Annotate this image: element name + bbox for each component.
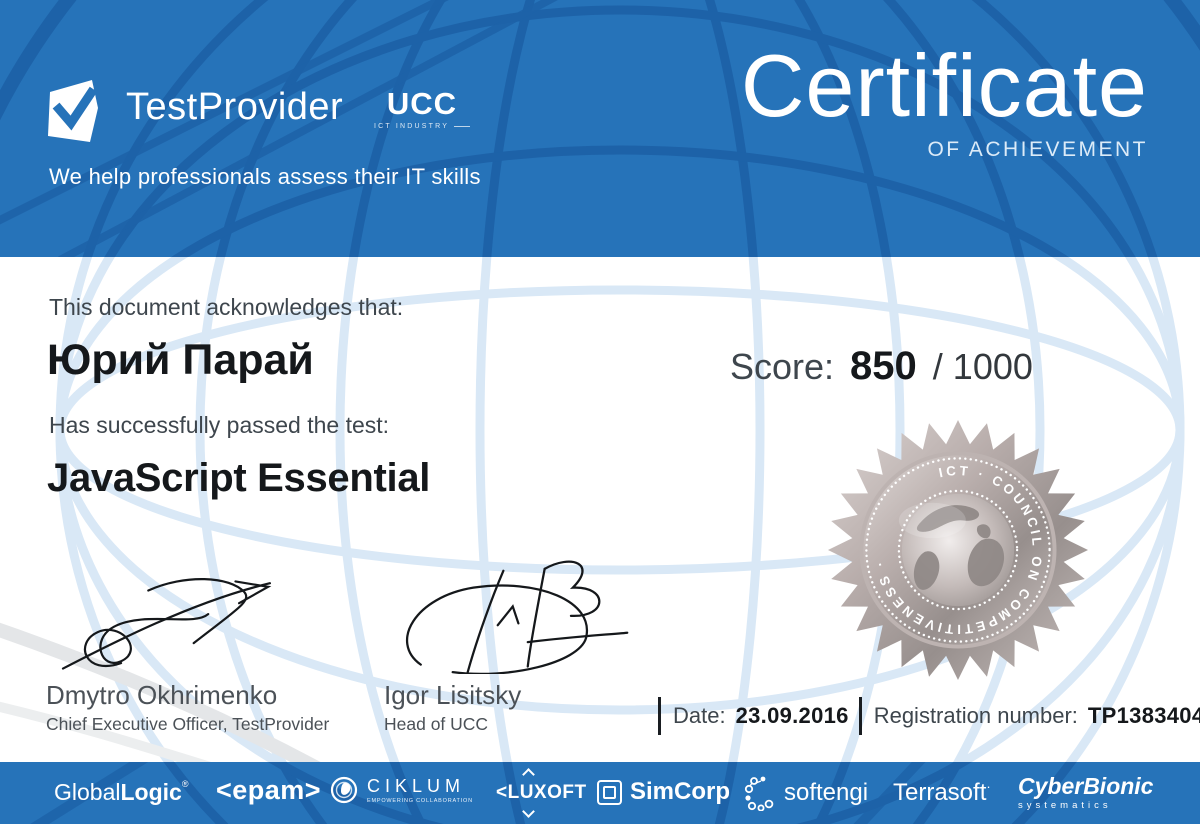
simcorp-squares-icon: [597, 779, 622, 805]
luxoft-caret-up-icon: [522, 768, 535, 781]
partner-cyberbionic: CyberBionic systematics: [1018, 773, 1154, 812]
cyberbionic-text: CyberBionic: [1018, 773, 1154, 799]
score-total: / 1000: [932, 346, 1033, 387]
partner-globallogic: GlobalLogic®: [54, 779, 188, 806]
registration-label: Registration number:: [873, 703, 1078, 728]
simcorp-text: SimCorp: [630, 778, 731, 805]
ciklum-tagline: EMPOWERING COLLABORATION: [367, 797, 473, 804]
acknowledge-label: This document acknowledges that:: [49, 294, 404, 320]
softengi-dots-icon: [744, 776, 774, 811]
certificate: TestProvider UCC ICT INDUSTRY We help pr…: [0, 0, 1200, 824]
ucc-logo: UCC ICT INDUSTRY: [374, 88, 470, 130]
partner-terrasoft: Terrasoft·: [893, 779, 991, 807]
ceo-signature-icon: [61, 578, 272, 670]
registration-value: TP13834044: [1087, 703, 1200, 728]
testprovider-checkmark-icon: [48, 80, 98, 142]
certificate-subtitle: OF ACHIEVEMENT: [927, 138, 1148, 162]
terrasoft-text: Terrasoft: [893, 779, 987, 806]
passed-label: Has successfully passed the test:: [49, 412, 390, 438]
cyberbionic-subtext: systematics: [1018, 800, 1112, 811]
brand-name: TestProvider: [126, 86, 344, 128]
softengi-text: softengi: [784, 779, 869, 806]
partner-softengi: softengi: [744, 775, 868, 811]
ciklum-text: CIKLUM: [367, 775, 466, 796]
score-label: Score:: [730, 346, 835, 387]
globallogic-mark: ®: [181, 779, 189, 789]
header-tagline: We help professionals assess their IT sk…: [49, 164, 481, 189]
date-value: 23.09.2016: [735, 703, 849, 728]
ciklum-globe-icon: [330, 776, 358, 804]
ucc-logo-line: [454, 126, 470, 127]
ceo-title: Chief Executive Officer, TestProvider: [46, 714, 330, 734]
luxoft-caret-down-icon: [522, 805, 535, 818]
partner-epam: <epam>: [216, 775, 322, 805]
globallogic-text-bold: Logic: [120, 779, 182, 805]
meta-row: Date: 23.09.2016 Registration number: TP…: [658, 696, 1200, 736]
globallogic-text: Global: [54, 779, 121, 805]
ceo-name: Dmytro Okhrimenko: [46, 680, 278, 710]
terrasoft-mark: ·: [986, 779, 991, 794]
ict-council-seal: ICT · COUNCIL ON COMPETITIVENESS ·: [826, 418, 1090, 682]
ucc-head-signature-icon: [405, 560, 629, 674]
partner-simcorp: SimCorp: [597, 778, 730, 806]
partners-band: GlobalLogic® <epam> CIKLUM EMPOWERING CO…: [0, 762, 1200, 824]
date-label: Date:: [673, 703, 726, 728]
score-row: Score: 850 / 1000: [730, 344, 1033, 389]
ucc-logo-text: UCC: [386, 86, 458, 121]
separator-bar: [858, 697, 862, 735]
score-value: 850: [850, 344, 917, 388]
ucc-logo-subtext: ICT INDUSTRY: [374, 123, 450, 130]
partner-ciklum: CIKLUM EMPOWERING COLLABORATION: [330, 776, 473, 804]
certificate-title: Certificate: [740, 36, 1148, 135]
luxoft-text: <LUXOFT: [496, 782, 587, 803]
ucc-head-name: Igor Lisitsky: [384, 680, 522, 710]
signature-block-ucc-head: Igor Lisitsky Head of UCC: [384, 552, 684, 735]
recipient-name: Юрий Парай: [47, 336, 314, 384]
ucc-head-title: Head of UCC: [384, 714, 489, 734]
header-band: TestProvider UCC ICT INDUSTRY We help pr…: [0, 0, 1200, 257]
certificate-title-block: Certificate OF ACHIEVEMENT: [740, 36, 1148, 162]
separator-bar: [658, 697, 661, 735]
test-name: JavaScript Essential: [47, 456, 431, 500]
signature-block-ceo: Dmytro Okhrimenko Chief Executive Office…: [46, 556, 366, 735]
